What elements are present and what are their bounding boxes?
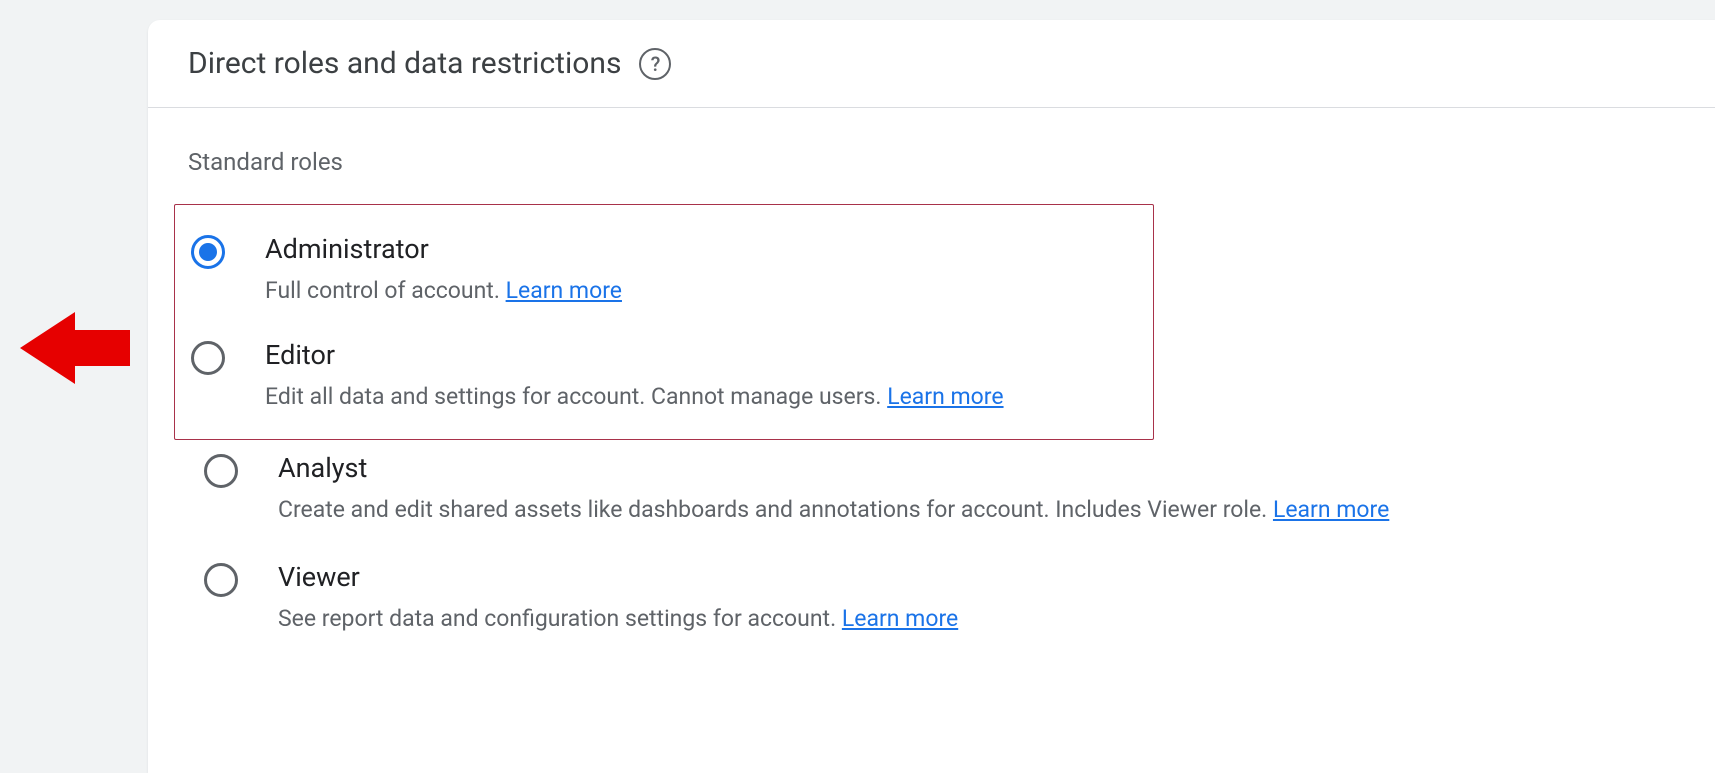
role-content: Viewer See report data and configuration… [278, 561, 1675, 635]
learn-more-link[interactable]: Learn more [887, 383, 1003, 410]
radio-wrap [189, 339, 227, 375]
role-desc: See report data and configuration settin… [278, 603, 1675, 635]
role-title: Editor [265, 339, 1139, 371]
learn-more-link[interactable]: Learn more [842, 605, 958, 632]
outside-roles: Analyst Create and edit shared assets li… [188, 440, 1675, 656]
highlight-box: Administrator Full control of account. L… [174, 204, 1154, 440]
role-desc: Full control of account. Learn more [265, 275, 1139, 307]
roles-card: Direct roles and data restrictions ? Sta… [148, 20, 1715, 773]
radio-analyst[interactable] [204, 454, 238, 488]
role-option-editor[interactable]: Editor Edit all data and settings for ac… [189, 329, 1139, 421]
radio-wrap [189, 233, 227, 269]
role-title: Administrator [265, 233, 1139, 265]
learn-more-link[interactable]: Learn more [1273, 496, 1389, 523]
role-desc: Create and edit shared assets like dashb… [278, 494, 1675, 526]
role-content: Analyst Create and edit shared assets li… [278, 452, 1675, 526]
radio-administrator[interactable] [191, 235, 225, 269]
card-body: Standard roles Administrator Full contro… [148, 108, 1715, 657]
section-label: Standard roles [188, 148, 1675, 176]
role-option-analyst[interactable]: Analyst Create and edit shared assets li… [202, 440, 1675, 548]
radio-editor[interactable] [191, 341, 225, 375]
role-content: Editor Edit all data and settings for ac… [265, 339, 1139, 413]
radio-viewer[interactable] [204, 563, 238, 597]
help-icon[interactable]: ? [639, 48, 671, 80]
role-option-viewer[interactable]: Viewer See report data and configuration… [202, 549, 1675, 657]
role-title: Analyst [278, 452, 1675, 484]
role-option-administrator[interactable]: Administrator Full control of account. L… [189, 223, 1139, 329]
role-desc: Edit all data and settings for account. … [265, 381, 1139, 413]
radio-wrap [202, 452, 240, 488]
learn-more-link[interactable]: Learn more [506, 277, 622, 304]
role-content: Administrator Full control of account. L… [265, 233, 1139, 307]
radio-wrap [202, 561, 240, 597]
card-header: Direct roles and data restrictions ? [148, 20, 1715, 108]
card-title: Direct roles and data restrictions [188, 46, 621, 81]
callout-arrow-icon [20, 312, 130, 384]
role-title: Viewer [278, 561, 1675, 593]
